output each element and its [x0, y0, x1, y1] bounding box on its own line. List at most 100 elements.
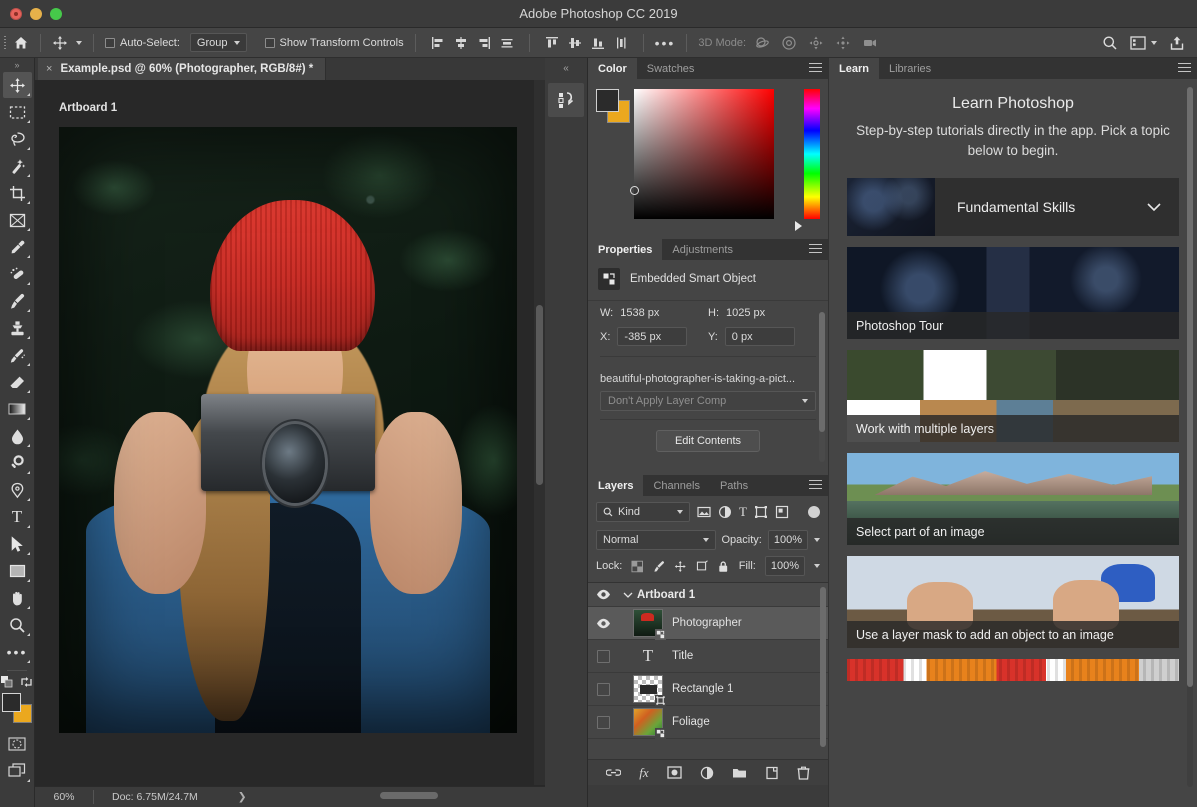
- foreground-color-swatch[interactable]: [596, 89, 619, 112]
- scrollbar-thumb[interactable]: [536, 305, 543, 485]
- hue-slider[interactable]: [804, 89, 820, 219]
- tool-gradient[interactable]: [3, 396, 32, 422]
- layer-visibility-toggle[interactable]: [588, 649, 619, 663]
- lock-position-icon[interactable]: [674, 560, 686, 573]
- opacity-chevron-icon[interactable]: [814, 538, 820, 542]
- layer-row-photographer[interactable]: Photographer: [588, 607, 828, 640]
- quick-mask-toggle[interactable]: [3, 731, 32, 757]
- distribute-vertical-icon[interactable]: [614, 36, 628, 50]
- panel-menu-icon[interactable]: [809, 244, 822, 255]
- filter-smart-object-icon[interactable]: [775, 505, 789, 519]
- opacity-input[interactable]: 100%: [767, 530, 808, 550]
- auto-select-checkbox[interactable]: Auto-Select:: [101, 28, 184, 58]
- tool-hand[interactable]: [3, 585, 32, 611]
- artboard-canvas[interactable]: [59, 127, 517, 733]
- panel-menu-icon[interactable]: [809, 480, 822, 491]
- share-icon[interactable]: [1169, 35, 1185, 51]
- layer-row-artboard-1[interactable]: Artboard 1: [588, 583, 828, 607]
- tab-layers[interactable]: Layers: [588, 475, 644, 496]
- height-value[interactable]: 1025 px: [726, 307, 765, 319]
- properties-scrollbar[interactable]: [819, 312, 825, 462]
- checkbox-box[interactable]: [105, 37, 115, 48]
- minidock-collapse-button[interactable]: «: [545, 58, 587, 79]
- layer-row-foliage[interactable]: Foliage: [588, 706, 828, 739]
- layer-style-fx-icon[interactable]: fx: [639, 765, 648, 781]
- minimize-window-button[interactable]: [30, 7, 42, 20]
- width-value[interactable]: 1538 px: [620, 307, 659, 319]
- close-window-button[interactable]: [10, 7, 22, 20]
- filter-shape-icon[interactable]: [754, 505, 768, 519]
- add-layer-mask-icon[interactable]: [667, 766, 682, 779]
- canvas[interactable]: Artboard 1: [35, 80, 545, 785]
- show-transform-controls-checkbox[interactable]: Show Transform Controls: [261, 28, 408, 58]
- filter-adjustment-icon[interactable]: [718, 505, 732, 519]
- edit-contents-button[interactable]: Edit Contents: [655, 430, 761, 452]
- tool-type[interactable]: T: [3, 504, 32, 530]
- tool-rectangle[interactable]: [3, 558, 32, 584]
- checkbox-box[interactable]: [264, 37, 275, 48]
- learn-card-partial[interactable]: [847, 659, 1179, 682]
- document-tab[interactable]: × Example.psd @ 60% (Photographer, RGB/8…: [38, 58, 327, 80]
- camera-3d-icon[interactable]: [862, 35, 880, 51]
- scrollbar-thumb[interactable]: [1187, 87, 1193, 687]
- layer-row-rectangle-1[interactable]: Rectangle 1: [588, 673, 828, 706]
- layer-thumbnail-text-icon[interactable]: T: [633, 646, 663, 666]
- tool-preset-chevron-icon[interactable]: [76, 40, 82, 45]
- tool-brush[interactable]: [3, 288, 32, 314]
- tool-history-brush[interactable]: [3, 342, 32, 368]
- current-tool-button[interactable]: [48, 28, 86, 58]
- tab-learn[interactable]: Learn: [829, 58, 879, 79]
- panel-menu-icon[interactable]: [1178, 63, 1191, 74]
- layer-thumbnail[interactable]: [633, 708, 666, 739]
- panel-menu-icon[interactable]: [809, 63, 822, 74]
- align-top-edges-icon[interactable]: [545, 36, 559, 50]
- orbit-3d-icon[interactable]: [754, 35, 770, 51]
- layers-scrollbar[interactable]: [820, 583, 826, 759]
- status-expand-arrow[interactable]: ❯: [198, 791, 247, 803]
- new-adjustment-layer-icon[interactable]: [700, 766, 714, 780]
- y-input[interactable]: 0 px: [724, 327, 795, 346]
- learn-panel-scrollbar[interactable]: [1187, 87, 1193, 787]
- fill-input[interactable]: 100%: [764, 556, 805, 576]
- canvas-vertical-scrollbar[interactable]: [534, 80, 545, 785]
- workspace-switcher-button[interactable]: [1130, 35, 1157, 50]
- hue-slider-cursor[interactable]: [795, 221, 802, 231]
- align-bottom-edges-icon[interactable]: [591, 36, 605, 50]
- layer-thumbnail[interactable]: [633, 609, 666, 640]
- zoom-level[interactable]: 60%: [35, 791, 93, 803]
- tool-eyedropper[interactable]: [3, 234, 32, 260]
- lock-transparent-pixels-icon[interactable]: [631, 560, 644, 573]
- learn-card-photoshop-tour[interactable]: Photoshop Tour: [847, 247, 1179, 340]
- delete-layer-icon[interactable]: [797, 766, 810, 780]
- learn-card-work-with-multiple-layers[interactable]: Work with multiple layers: [847, 350, 1179, 443]
- slide-3d-icon[interactable]: [835, 35, 851, 51]
- auto-select-scope-select[interactable]: Group: [189, 33, 247, 52]
- tool-lasso[interactable]: [3, 126, 32, 152]
- learn-card-select-part-of-an-image[interactable]: Select part of an image: [847, 453, 1179, 546]
- pan-3d-icon[interactable]: [808, 35, 824, 51]
- search-icon[interactable]: [1102, 35, 1118, 51]
- tool-edit-toolbar[interactable]: •••: [3, 639, 32, 665]
- filter-pixel-icon[interactable]: [697, 505, 711, 519]
- lock-artboard-nesting-icon[interactable]: [696, 559, 708, 573]
- tab-color[interactable]: Color: [588, 58, 637, 79]
- tool-magic-wand[interactable]: [3, 153, 32, 179]
- fill-chevron-icon[interactable]: [814, 564, 820, 568]
- new-group-icon[interactable]: [732, 766, 747, 779]
- screen-mode-button[interactable]: [3, 758, 32, 784]
- tab-libraries[interactable]: Libraries: [878, 58, 942, 79]
- tool-crop[interactable]: [3, 180, 32, 206]
- link-layers-icon[interactable]: [606, 766, 622, 779]
- lock-image-pixels-icon[interactable]: [653, 560, 665, 573]
- tool-spot-healing-brush[interactable]: [3, 261, 32, 287]
- roll-3d-icon[interactable]: [781, 35, 797, 51]
- tab-adjustments[interactable]: Adjustments: [662, 239, 743, 260]
- learn-card-use-a-layer-mask[interactable]: Use a layer mask to add an object to an …: [847, 556, 1179, 649]
- layer-thumbnail[interactable]: [633, 675, 666, 706]
- x-input[interactable]: -385 px: [617, 327, 688, 346]
- tab-channels[interactable]: Channels: [643, 475, 710, 496]
- layer-visibility-toggle[interactable]: [588, 682, 619, 696]
- tool-blur[interactable]: [3, 423, 32, 449]
- tab-paths[interactable]: Paths: [709, 475, 759, 496]
- tab-swatches[interactable]: Swatches: [636, 58, 705, 79]
